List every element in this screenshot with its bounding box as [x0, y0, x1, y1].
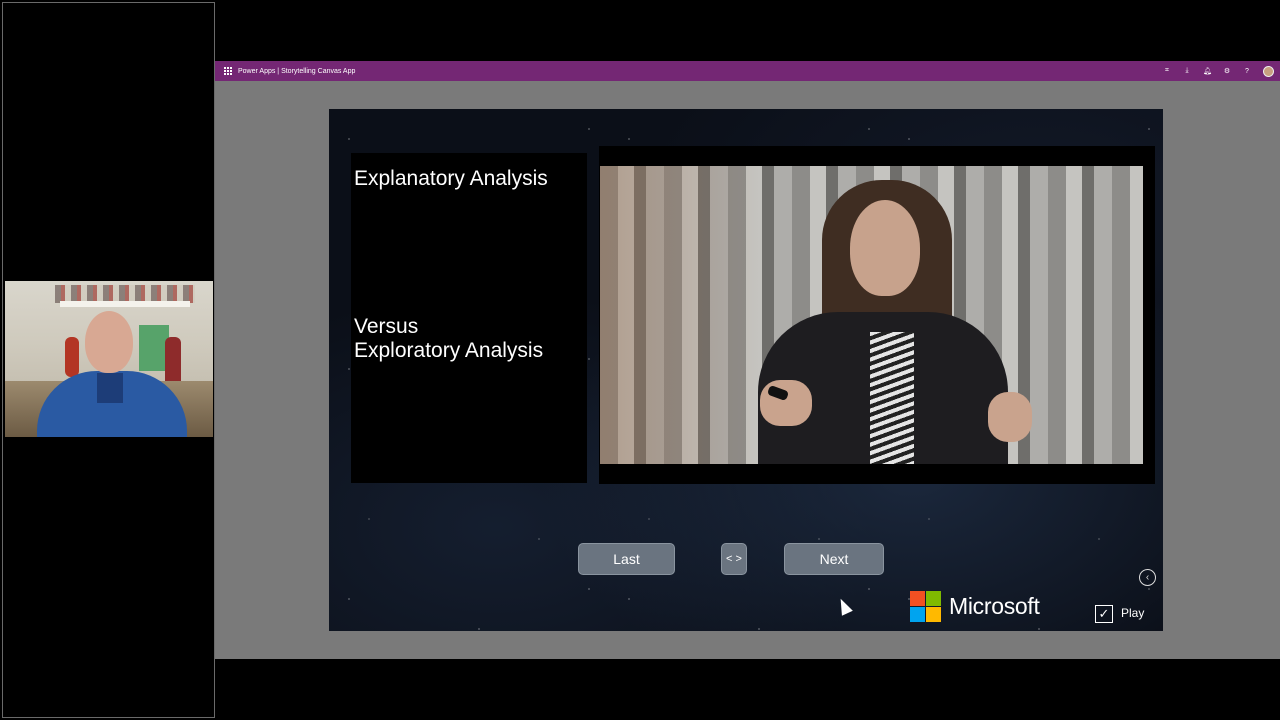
speaker-right-hand: [988, 392, 1032, 442]
bell-icon[interactable]: 🔔︎: [1203, 67, 1212, 75]
canvas-app-screen: Explanatory Analysis Versus Exploratory …: [329, 109, 1163, 631]
download-icon[interactable]: ⤓: [1183, 67, 1191, 75]
power-apps-window: Power Apps | Storytelling Canvas App ⌗ ⤓…: [215, 61, 1280, 659]
action-figure: [165, 337, 181, 385]
toggle-button[interactable]: < >: [721, 543, 747, 575]
play-checkbox[interactable]: ✓: [1095, 605, 1113, 623]
webcam-video: [5, 281, 213, 437]
video-player[interactable]: [600, 166, 1143, 464]
shelf: [60, 301, 190, 307]
heading2-line2: Exploratory Analysis: [354, 339, 544, 362]
video-warm-light: [600, 166, 760, 464]
slide-heading-explanatory: Explanatory Analysis: [354, 167, 548, 190]
app-launcher-icon[interactable]: [219, 61, 237, 81]
play-label: Play: [1121, 606, 1145, 620]
last-button[interactable]: Last: [578, 543, 675, 575]
app-title: Power Apps | Storytelling Canvas App: [238, 67, 356, 75]
presenter-collar: [97, 373, 123, 403]
speaker-left-hand: [760, 380, 812, 426]
participant-sidebar: [2, 2, 215, 718]
presenter-head: [85, 311, 133, 373]
microsoft-wordmark: Microsoft: [949, 593, 1040, 619]
screen: Power Apps | Storytelling Canvas App ⌗ ⤓…: [0, 0, 1280, 720]
speaker-shirt: [870, 332, 914, 464]
fit-to-screen-icon[interactable]: ⌗: [1163, 67, 1171, 75]
back-icon[interactable]: ‹: [1139, 569, 1156, 586]
slide-heading-exploratory: Versus Exploratory Analysis: [354, 315, 543, 363]
next-button[interactable]: Next: [784, 543, 884, 575]
user-avatar-icon[interactable]: [1263, 65, 1274, 77]
microsoft-logo: Microsoft: [910, 591, 1040, 622]
app-header-bar: Power Apps | Storytelling Canvas App ⌗ ⤓…: [215, 61, 1280, 81]
help-icon[interactable]: ?: [1243, 68, 1251, 75]
header-icon-group: ⌗ ⤓ 🔔︎ ⚙ ?: [1163, 61, 1274, 81]
settings-icon[interactable]: ⚙: [1223, 67, 1231, 75]
heading2-line1: Versus: [354, 315, 419, 338]
speaker-face: [850, 200, 920, 296]
microsoft-logo-icon: [910, 591, 941, 622]
lava-lamp: [65, 337, 79, 377]
